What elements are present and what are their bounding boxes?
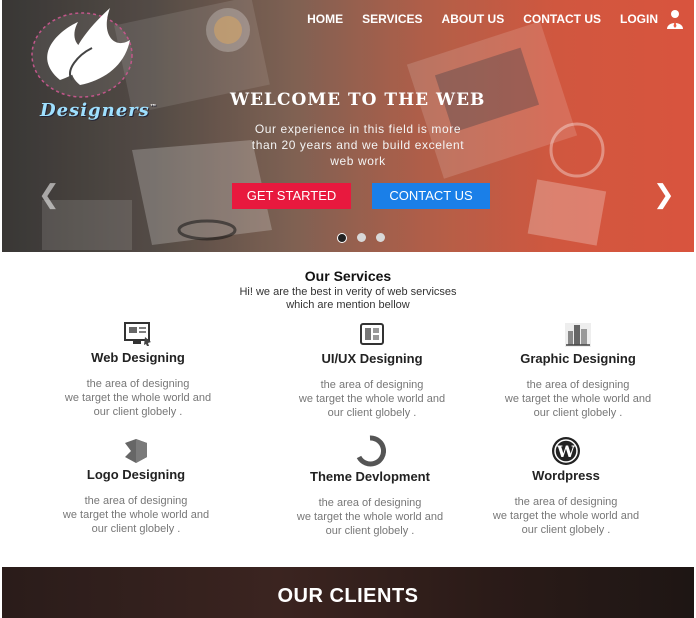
- service-description: the area of designing we target the whol…: [298, 379, 446, 419]
- hero-description: Our experience in this field is more tha…: [251, 122, 465, 168]
- service-description: the area of designing we target the whol…: [62, 495, 210, 535]
- get-started-button[interactable]: GET STARTED: [232, 183, 351, 209]
- site-logo[interactable]: Designers™: [20, 0, 160, 130]
- service-name: UI/UX Designing: [321, 351, 423, 366]
- device-icon: [360, 323, 384, 345]
- carousel-dot-3[interactable]: [376, 233, 385, 242]
- services-header: Our Services Hi! we are the best in veri…: [0, 268, 696, 312]
- service-card-wordpress[interactable]: W Wordpress the area of designing we tar…: [461, 436, 671, 537]
- cube-icon: [125, 439, 147, 463]
- logo-brand-text: Designers™: [40, 100, 158, 121]
- nav-home[interactable]: HOME: [307, 12, 343, 26]
- service-name: Theme Devlopment: [310, 469, 430, 484]
- nav-services[interactable]: SERVICES: [362, 12, 422, 26]
- service-name: Logo Designing: [86, 467, 186, 482]
- logo-brand-label: Designers: [40, 100, 150, 121]
- nav-login[interactable]: LOGIN: [620, 12, 658, 26]
- services-subtitle-line2: which are mention bellow: [286, 299, 410, 311]
- carousel-next-icon[interactable]: ❯: [653, 180, 675, 210]
- carousel-indicators: [337, 233, 395, 243]
- clients-title: OUR CLIENTS: [277, 585, 419, 607]
- clients-section: OUR CLIENTS: [2, 567, 694, 618]
- svg-text:W: W: [556, 442, 576, 461]
- carousel-prev-icon[interactable]: ❮: [38, 180, 60, 210]
- service-name: Graphic Designing: [520, 351, 636, 366]
- flame-logo-icon: [31, 8, 133, 98]
- carousel-dot-1[interactable]: [337, 233, 347, 243]
- service-card-logo-designing[interactable]: Logo Designing the area of designing we …: [31, 437, 241, 536]
- hero-banner: Designers™ HOME SERVICES ABOUT US CONTAC…: [2, 0, 694, 252]
- service-description: the area of designing we target the whol…: [492, 496, 640, 536]
- ring-icon: [356, 435, 386, 467]
- service-card-web-designing[interactable]: Web Designing the area of designing we t…: [33, 320, 243, 419]
- service-description: the area of designing we target the whol…: [296, 497, 444, 537]
- logo-trademark: ™: [149, 102, 158, 111]
- service-card-graphic-designing[interactable]: Graphic Designing the area of designing …: [473, 321, 683, 420]
- service-description: the area of designing we target the whol…: [504, 379, 652, 419]
- main-nav: HOME SERVICES ABOUT US CONTACT US LOGIN: [288, 9, 684, 29]
- contact-us-button[interactable]: CONTACT US: [372, 183, 490, 209]
- user-icon[interactable]: [666, 9, 684, 29]
- service-card-uiux-designing[interactable]: UI/UX Designing the area of designing we…: [267, 321, 477, 420]
- service-name: Web Designing: [91, 350, 185, 365]
- carousel-dot-2[interactable]: [357, 233, 366, 242]
- service-card-theme-devlopment[interactable]: Theme Devlopment the area of designing w…: [265, 435, 475, 538]
- service-description: the area of designing we target the whol…: [64, 378, 212, 418]
- services-title: Our Services: [304, 268, 392, 284]
- service-name: Wordpress: [532, 468, 600, 483]
- monitor-icon: [124, 322, 151, 346]
- wordpress-icon: W: [552, 437, 580, 465]
- hero-title: WELCOME TO THE WEB: [230, 90, 486, 110]
- buildings-icon: [565, 323, 591, 347]
- nav-about-us[interactable]: ABOUT US: [442, 12, 505, 26]
- services-subtitle-line1: Hi! we are the best in verity of web ser…: [239, 286, 457, 298]
- nav-contact-us[interactable]: CONTACT US: [523, 12, 601, 26]
